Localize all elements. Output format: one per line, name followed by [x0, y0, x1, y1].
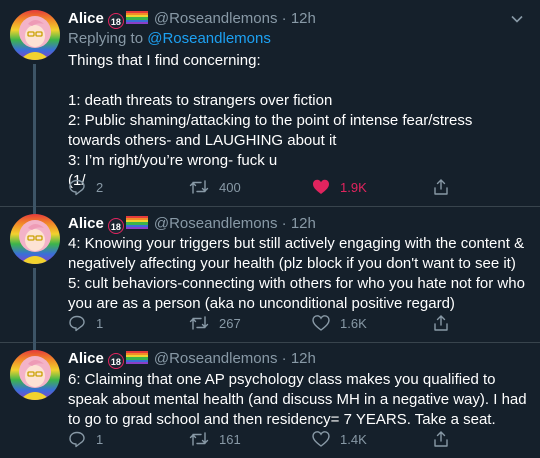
like-icon: [312, 431, 330, 447]
display-name[interactable]: Alice: [68, 215, 104, 232]
tweet-3[interactable]: Alice 18 @Roseandlemons · 12h 6: Claiming …: [0, 342, 540, 458]
display-name[interactable]: Alice: [68, 350, 104, 367]
retweet-count: 267: [219, 315, 241, 331]
retweet-icon: [189, 432, 209, 446]
rainbow-flag-icon: [125, 216, 148, 229]
tweet-actions: 1 267 1.6K: [68, 312, 468, 334]
like-button[interactable]: 1.4K: [312, 428, 367, 450]
share-icon: [434, 315, 448, 331]
timestamp[interactable]: 12h: [291, 10, 316, 27]
replying-to-label: Replying to: [68, 30, 144, 47]
tweet-text: 4: Knowing your triggers but still activ…: [68, 235, 525, 312]
handle[interactable]: @Roseandlemons: [154, 350, 278, 367]
avatar[interactable]: [10, 214, 60, 264]
thread-line: [33, 206, 36, 214]
retweet-count: 161: [219, 431, 241, 447]
reply-count: 2: [96, 179, 104, 195]
tweet-header: Alice 18 @Roseandlemons · 12h: [68, 10, 316, 29]
timestamp[interactable]: 12h: [291, 350, 316, 367]
retweet-button[interactable]: 400: [189, 176, 241, 198]
reply-button[interactable]: 1: [68, 428, 103, 450]
avatar[interactable]: [10, 10, 60, 60]
replying-to-handle[interactable]: @Roseandlemons: [147, 30, 271, 47]
age-18-badge-icon: 18: [107, 218, 124, 234]
like-icon: [312, 315, 330, 331]
share-icon: [434, 179, 448, 195]
like-count: 1.9K: [340, 179, 367, 195]
tweet-text: 6: Claiming that one AP psychology class…: [68, 371, 531, 428]
chevron-down-icon[interactable]: [510, 12, 524, 26]
tweet-actions: 1 161 1.4K: [68, 428, 468, 450]
tweet-text: Things that I find concerning: 1: death …: [68, 52, 473, 189]
share-button[interactable]: [432, 428, 460, 450]
handle[interactable]: @Roseandlemons: [154, 10, 278, 27]
age-18-badge-icon: 18: [107, 13, 124, 29]
like-button[interactable]: 1.6K: [312, 312, 367, 334]
separator-dot: ·: [277, 350, 291, 367]
tweet-header: Alice 18 @Roseandlemons · 12h: [68, 350, 316, 369]
like-button[interactable]: 1.9K: [312, 176, 367, 198]
share-button[interactable]: [432, 176, 460, 198]
reply-button[interactable]: 1: [68, 312, 103, 334]
reply-icon: [69, 179, 85, 196]
thread-line: [33, 64, 36, 206]
reply-button[interactable]: 2: [68, 176, 103, 198]
reply-icon: [69, 431, 85, 448]
timestamp[interactable]: 12h: [291, 215, 316, 232]
separator-dot: ·: [277, 215, 291, 232]
replying-to: Replying to @Roseandlemons: [68, 30, 271, 47]
thread-line: [33, 268, 36, 342]
retweet-button[interactable]: 161: [189, 428, 241, 450]
retweet-icon: [189, 180, 209, 194]
like-icon: [313, 179, 329, 194]
reply-count: 1: [96, 315, 104, 331]
separator-dot: ·: [277, 10, 291, 27]
thread-line: [33, 342, 36, 350]
retweet-count: 400: [219, 179, 241, 195]
age-18-badge-icon: 18: [107, 353, 124, 369]
like-count: 1.4K: [340, 431, 367, 447]
tweet-1[interactable]: Alice 18 @Roseandlemons · 12h Replying to …: [0, 0, 540, 206]
handle[interactable]: @Roseandlemons: [154, 215, 278, 232]
share-button[interactable]: [432, 312, 460, 334]
avatar[interactable]: [10, 350, 60, 400]
rainbow-flag-icon: [125, 11, 148, 24]
reply-icon: [69, 315, 85, 332]
tweet-actions: 2 400 1.9K: [68, 176, 468, 198]
like-count: 1.6K: [340, 315, 367, 331]
share-icon: [434, 431, 448, 447]
retweet-button[interactable]: 267: [189, 312, 241, 334]
tweet-2[interactable]: Alice 18 @Roseandlemons · 12h 4: Knowing y…: [0, 206, 540, 342]
reply-count: 1: [96, 431, 104, 447]
tweet-header: Alice 18 @Roseandlemons · 12h: [68, 215, 316, 234]
retweet-icon: [189, 316, 209, 330]
rainbow-flag-icon: [125, 351, 148, 364]
display-name[interactable]: Alice: [68, 10, 104, 27]
